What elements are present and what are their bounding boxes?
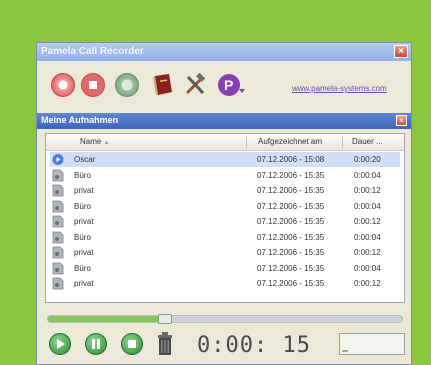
play-icon <box>57 339 65 349</box>
table-row[interactable]: Büro 07.12.2006 - 15:35 0:00:04 <box>50 168 400 183</box>
section-title: Meine Aufnahmen <box>41 115 119 125</box>
recording-duration: 0:00:04 <box>354 232 381 242</box>
slider-fill <box>48 316 165 322</box>
book-icon[interactable] <box>151 73 175 97</box>
tools-icon-svg <box>185 72 206 95</box>
table-row[interactable]: Büro 07.12.2006 - 15:35 0:00:04 <box>50 230 400 245</box>
stop-square <box>89 81 97 89</box>
recording-date: 07.12.2006 - 15:35 <box>257 186 325 195</box>
level-meter-fill <box>342 350 349 352</box>
recording-name: Oscar <box>74 155 96 164</box>
recording-file-icon <box>52 231 64 244</box>
list-header: Name ▲ Aufgezeichnet am Dauer ... <box>46 134 404 151</box>
delete-button[interactable] <box>157 332 173 356</box>
position-slider[interactable] <box>47 314 403 324</box>
recording-date: 07.12.2006 - 15:35 <box>257 279 325 288</box>
pause-icon <box>92 339 100 349</box>
recording-name: Büro <box>74 170 91 180</box>
title-bar[interactable]: Pamela Call Recorder × <box>37 43 411 61</box>
recording-duration: 0:00:12 <box>354 248 381 257</box>
slider-thumb[interactable] <box>157 314 172 324</box>
recording-name: privat <box>74 217 94 226</box>
recordings-list[interactable]: Name ▲ Aufgezeichnet am Dauer ... Oscar 0… <box>45 133 405 303</box>
window-title: Pamela Call Recorder <box>41 46 144 57</box>
recording-file-icon <box>52 169 64 182</box>
window-close-button[interactable]: × <box>394 45 408 58</box>
recording-date: 07.12.2006 - 15:35 <box>257 170 325 180</box>
column-separator[interactable] <box>246 136 247 148</box>
recording-file-icon <box>52 215 64 228</box>
recording-name: privat <box>74 279 94 288</box>
search-icon[interactable] <box>115 73 139 97</box>
recording-duration: 0:00:12 <box>354 186 381 195</box>
stop-icon <box>128 340 136 348</box>
recording-date: 07.12.2006 - 15:08 <box>257 155 325 164</box>
book-icon-svg <box>153 74 172 95</box>
recording-date: 07.12.2006 - 15:35 <box>257 201 325 211</box>
recording-duration: 0:00:12 <box>354 217 381 226</box>
tools-icon[interactable] <box>183 72 207 97</box>
recording-date: 07.12.2006 - 15:35 <box>257 263 325 273</box>
recording-file-icon <box>52 262 64 275</box>
section-header: Meine Aufnahmen × <box>37 113 411 129</box>
recording-date: 07.12.2006 - 15:35 <box>257 248 325 257</box>
playing-recording-icon <box>52 153 64 166</box>
col-name-label: Name <box>80 137 102 146</box>
app-window: Pamela Call Recorder × P www.pamela-syst… <box>36 42 412 365</box>
table-row[interactable]: Oscar 07.12.2006 - 15:08 0:00:20 <box>50 152 400 167</box>
svg-text:P: P <box>224 77 233 93</box>
column-separator[interactable] <box>342 136 343 148</box>
recording-file-icon <box>52 246 64 259</box>
recording-duration: 0:00:04 <box>354 201 381 211</box>
pamela-logo-icon[interactable]: P <box>217 73 247 97</box>
recording-name: privat <box>74 248 94 257</box>
table-row[interactable]: privat 07.12.2006 - 15:35 0:00:12 <box>50 214 400 229</box>
col-duration-header[interactable]: Dauer ... <box>352 137 383 146</box>
recording-date: 07.12.2006 - 15:35 <box>257 217 325 226</box>
website-link[interactable]: www.pamela-systems.com <box>292 84 387 93</box>
trash-icon <box>158 332 172 355</box>
record-icon[interactable] <box>51 73 75 97</box>
table-row[interactable]: Büro 07.12.2006 - 15:35 0:00:04 <box>50 199 400 214</box>
stop-button[interactable] <box>121 333 143 355</box>
level-meter <box>339 333 405 355</box>
col-date-header[interactable]: Aufgezeichnet am <box>258 137 322 146</box>
recording-duration: 0:00:04 <box>354 263 381 273</box>
sort-indicator-icon: ▲ <box>103 140 110 146</box>
pause-button[interactable] <box>85 333 107 355</box>
stop-icon[interactable] <box>81 73 105 97</box>
recording-file-icon <box>52 200 64 213</box>
recording-name: Büro <box>74 232 91 242</box>
col-name-header[interactable]: Name ▲ <box>80 137 110 146</box>
table-row[interactable]: privat 07.12.2006 - 15:35 0:00:12 <box>50 183 400 198</box>
table-row[interactable]: Büro 07.12.2006 - 15:35 0:00:04 <box>50 261 400 276</box>
recording-file-icon <box>52 184 64 197</box>
recording-duration: 0:00:04 <box>354 170 381 180</box>
recording-file-icon <box>52 277 64 290</box>
recording-name: Büro <box>74 201 91 211</box>
recording-duration: 0:00:12 <box>354 279 381 288</box>
recording-duration: 0:00:20 <box>354 155 381 164</box>
recording-name: privat <box>74 186 94 195</box>
table-row[interactable]: privat 07.12.2006 - 15:35 0:00:12 <box>50 245 400 260</box>
section-close-button[interactable]: × <box>396 115 407 126</box>
toolbar: P www.pamela-systems.com <box>37 61 411 111</box>
recording-date: 07.12.2006 - 15:35 <box>257 232 325 242</box>
pamela-logo-svg: P <box>218 74 245 96</box>
play-button[interactable] <box>49 333 71 355</box>
recording-name: Büro <box>74 263 91 273</box>
table-row[interactable]: privat 07.12.2006 - 15:35 0:00:12 <box>50 276 400 291</box>
time-display: 0:00: 15 <box>197 333 311 358</box>
